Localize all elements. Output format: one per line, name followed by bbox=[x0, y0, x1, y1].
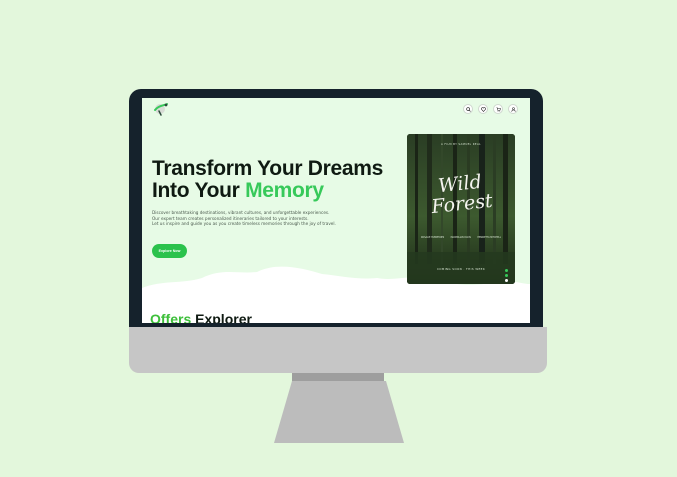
carousel-dot[interactable] bbox=[505, 274, 508, 277]
poster-credit: ROSALIE HUMPHRIES bbox=[421, 236, 445, 239]
monitor-neck bbox=[292, 373, 384, 382]
hero-title-line-1: Transform Your Dreams bbox=[152, 157, 384, 180]
explore-now-button[interactable]: Explore Now bbox=[152, 244, 187, 258]
user-icon[interactable] bbox=[508, 104, 518, 114]
cart-icon[interactable] bbox=[493, 104, 503, 114]
illustration: Transform Your Dreams Into Your Memory D… bbox=[0, 0, 677, 477]
section-title: Offers Explorer bbox=[150, 311, 252, 323]
carousel-dot[interactable] bbox=[505, 269, 508, 272]
poster-credit: MAXIMILIAN DAVIS bbox=[450, 236, 471, 239]
brand-logo-icon[interactable] bbox=[152, 102, 170, 116]
monitor-stand bbox=[274, 381, 404, 443]
hero-title-line-2: Into Your Memory bbox=[152, 180, 402, 202]
carousel-dots bbox=[505, 269, 508, 282]
section-title-rest: Explorer bbox=[191, 311, 252, 323]
monitor-chin bbox=[129, 327, 547, 373]
poster-tagline: A FILM BY SAMUEL REAL bbox=[441, 143, 481, 146]
hero-description-line: Let us inspire and guide you as you crea… bbox=[152, 221, 336, 227]
header-actions bbox=[463, 104, 518, 114]
heart-icon[interactable] bbox=[478, 104, 488, 114]
monitor-screen: Transform Your Dreams Into Your Memory D… bbox=[142, 98, 530, 323]
carousel-dot-active[interactable] bbox=[505, 279, 508, 282]
hero-description: Discover breathtaking destinations, vibr… bbox=[152, 210, 382, 227]
poster-release-note: COMING SOON · THIS WEEK bbox=[436, 267, 486, 271]
hero-title-prefix: Into Your bbox=[152, 179, 246, 202]
section-title-accent: Offers bbox=[150, 311, 192, 323]
movie-poster-card[interactable]: A FILM BY SAMUEL REAL Wild Forest ROSALI… bbox=[407, 134, 515, 284]
hero-title-accent: Memory bbox=[245, 179, 324, 202]
search-icon[interactable] bbox=[463, 104, 473, 114]
poster-credits: ROSALIE HUMPHRIES MAXIMILIAN DAVIS HENRI… bbox=[421, 236, 501, 239]
poster-credit: HENRIETTA MITCHELL bbox=[477, 236, 501, 239]
hero-title: Transform Your Dreams Into Your Memory bbox=[152, 158, 402, 202]
